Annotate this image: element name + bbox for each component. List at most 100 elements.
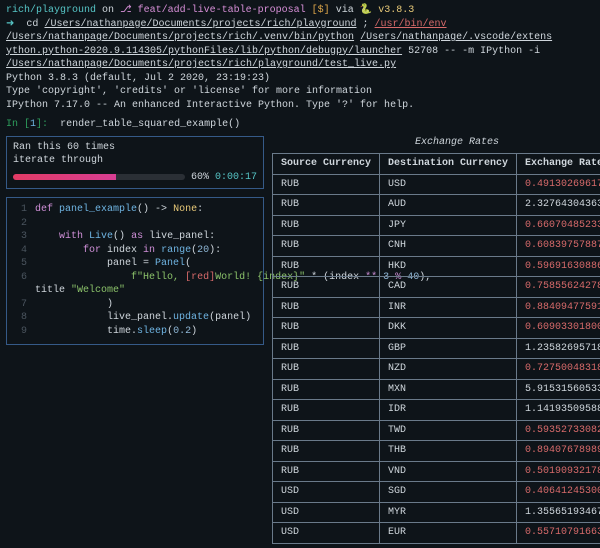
cell-dst: THB	[380, 441, 517, 462]
cell-rate: 0.6083975788795023	[517, 236, 600, 257]
cell-src: RUB	[273, 441, 380, 462]
prompt-arrow-icon: ➜	[6, 19, 14, 30]
cell-src: USD	[273, 482, 380, 503]
cell-rate: 0.8940767898969942	[517, 441, 600, 462]
cell-dst: GBP	[380, 338, 517, 359]
progress-row: 60% 0:00:17	[13, 171, 257, 185]
vscode-ext-path: /Users/nathanpage/.vscode/extens	[360, 32, 552, 43]
table-row: USDSGD0.4064124530072146	[273, 482, 600, 503]
exchange-rates-table: Source Currency Destination Currency Exc…	[272, 153, 600, 544]
code-panel: 1def panel_example() -> None: 2 3 with L…	[6, 197, 264, 345]
cell-src: RUB	[273, 215, 380, 236]
table-row: USDMYR1.3556519346742664	[273, 502, 600, 523]
cell-src: RUB	[273, 420, 380, 441]
shell-command: cd /Users/nathanpage/Documents/projects/…	[6, 19, 552, 44]
table-row: RUBJPY0.6607048523329894	[273, 215, 600, 236]
table-row: RUBNZD0.7275004831820067	[273, 359, 600, 380]
col-rate: Exchange Rate	[517, 154, 600, 175]
cell-src: RUB	[273, 318, 380, 339]
progress-bar-fill	[13, 174, 116, 180]
cell-dst: NZD	[380, 359, 517, 380]
cell-src: RUB	[273, 256, 380, 277]
python-banner-3: IPython 7.17.0 -- An enhanced Interactiv…	[6, 99, 594, 113]
run-count-text: Ran this 60 times	[13, 141, 257, 155]
cell-rate: 1.3556519346742664	[517, 502, 600, 523]
prompt-path: rich/playground	[6, 5, 96, 16]
cell-dst: DKK	[380, 318, 517, 339]
cell-rate: 0.7275004831820067	[517, 359, 600, 380]
table-row: RUBTWD0.5935273308218587	[273, 420, 600, 441]
col-src: Source Currency	[273, 154, 380, 175]
table-row: RUBUSD0.4913026961790504	[273, 174, 600, 195]
table-row: RUBDKK0.6090330180009727	[273, 318, 600, 339]
table-row: RUBGBP1.23582695718039	[273, 338, 600, 359]
launcher-path: ython.python-2020.9.114305/pythonFiles/l…	[6, 46, 402, 57]
cell-src: USD	[273, 502, 380, 523]
cell-dst: INR	[380, 297, 517, 318]
cell-dst: VND	[380, 461, 517, 482]
python-path: /Users/nathanpage/Documents/projects/ric…	[6, 32, 354, 43]
cell-dst: HKD	[380, 256, 517, 277]
cell-rate: 1.23582695718039	[517, 338, 600, 359]
col-dst: Destination Currency	[380, 154, 517, 175]
table-row: RUBTHB0.8940767898969942	[273, 441, 600, 462]
cell-dst: CAD	[380, 277, 517, 298]
table-header-row: Source Currency Destination Currency Exc…	[273, 154, 600, 175]
cell-src: RUB	[273, 400, 380, 421]
cell-dst: EUR	[380, 523, 517, 544]
python-version: v3.8.3	[378, 5, 414, 16]
cell-rate: 5.915315605336362	[517, 379, 600, 400]
shell-prompt-1: rich/playground on ⎇ feat/add-live-table…	[6, 4, 594, 18]
progress-elapsed: 0:00:17	[215, 171, 257, 185]
git-branch-icon: ⎇	[120, 5, 132, 16]
cell-rate: 0.5969163088607342	[517, 256, 600, 277]
prompt-via: via	[336, 5, 360, 16]
cell-src: RUB	[273, 461, 380, 482]
cell-rate: 0.8840947759108704	[517, 297, 600, 318]
cd-path: /Users/nathanpage/Documents/projects/ric…	[44, 19, 356, 30]
cell-dst: TWD	[380, 420, 517, 441]
cell-rate: 2.3276430436336777	[517, 195, 600, 216]
cell-rate: 0.4064124530072146	[517, 482, 600, 503]
cell-src: RUB	[273, 195, 380, 216]
cell-src: USD	[273, 523, 380, 544]
cell-src: RUB	[273, 338, 380, 359]
table-row: RUBCNH0.6083975788795023	[273, 236, 600, 257]
table-row: RUBHKD0.5969163088607342	[273, 256, 600, 277]
python-banner-1: Python 3.8.3 (default, Jul 2 2020, 23:19…	[6, 72, 594, 86]
ipython-in-code: render_table_squared_example()	[54, 119, 240, 130]
run-iterate-text: iterate through	[13, 154, 257, 168]
python-icon: 🐍	[360, 5, 372, 16]
cell-dst: CNH	[380, 236, 517, 257]
table-title: Exchange Rates	[272, 136, 600, 150]
table-row: RUBAUD2.3276430436336777	[273, 195, 600, 216]
cell-src: RUB	[273, 359, 380, 380]
ipython-in-prefix: In [	[6, 119, 30, 130]
shell-command-line2: ython.python-2020.9.114305/pythonFiles/l…	[6, 45, 594, 72]
cell-rate: 0.6090330180009727	[517, 318, 600, 339]
git-branch: feat/add-live-table-proposal	[138, 5, 306, 16]
cell-dst: MYR	[380, 502, 517, 523]
cell-rate: 0.5935273308218587	[517, 420, 600, 441]
table-row: USDEUR0.5571079166364525	[273, 523, 600, 544]
cell-rate: 0.7585562427892392	[517, 277, 600, 298]
env-path: /usr/bin/env	[375, 19, 447, 30]
cell-rate: 0.6607048523329894	[517, 215, 600, 236]
cell-dst: USD	[380, 174, 517, 195]
shell-prompt-2[interactable]: ➜ cd /Users/nathanpage/Documents/project…	[6, 18, 594, 45]
cell-dst: AUD	[380, 195, 517, 216]
run-status-panel: Ran this 60 times iterate through 60% 0:…	[6, 136, 264, 190]
pid: 52708	[408, 46, 444, 57]
cell-src: RUB	[273, 297, 380, 318]
cell-dst: JPY	[380, 215, 517, 236]
cell-rate: 0.5571079166364525	[517, 523, 600, 544]
cell-dst: MXN	[380, 379, 517, 400]
table-row: RUBCAD0.7585562427892392	[273, 277, 600, 298]
ipython-input[interactable]: In [1]: render_table_squared_example()	[6, 118, 594, 132]
cell-src: RUB	[273, 236, 380, 257]
cell-rate: 0.5019093217873589	[517, 461, 600, 482]
cell-src: RUB	[273, 277, 380, 298]
terminal-window: rich/playground on ⎇ feat/add-live-table…	[0, 0, 600, 548]
cell-dst: IDR	[380, 400, 517, 421]
cell-rate: 0.4913026961790504	[517, 174, 600, 195]
